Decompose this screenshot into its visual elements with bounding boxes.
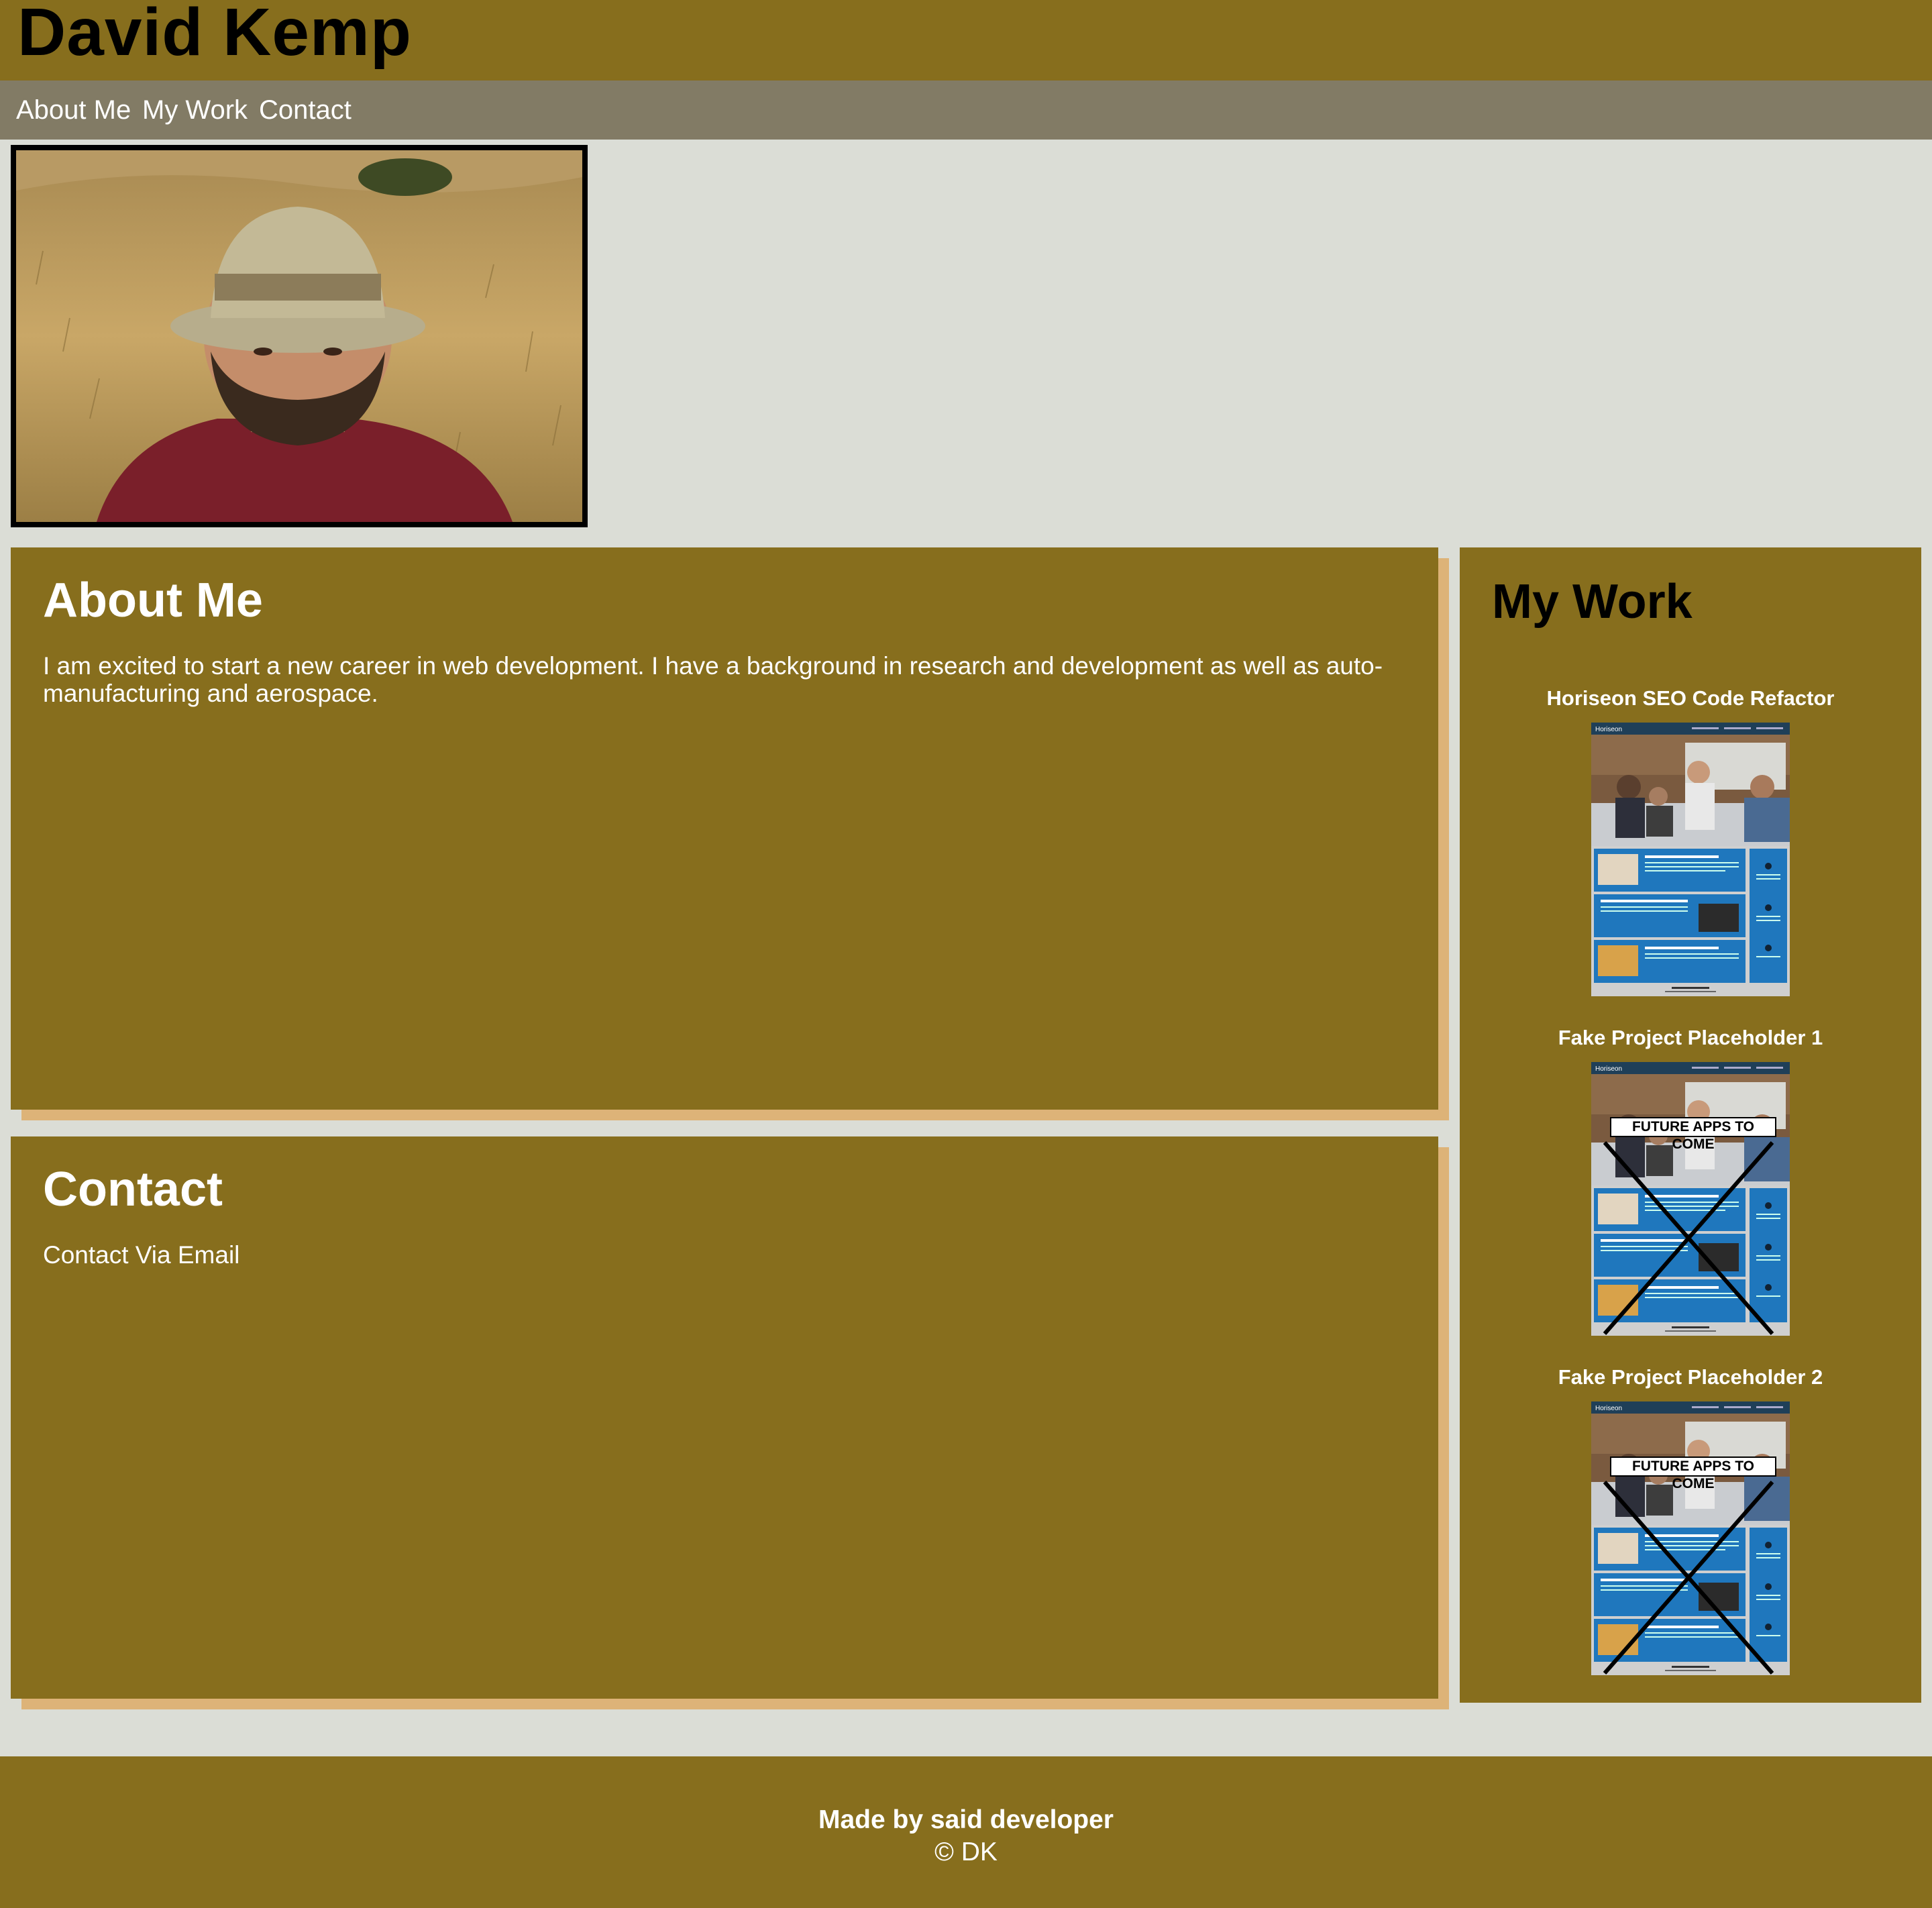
about-heading: About Me <box>43 574 263 627</box>
project-thumbnail-link[interactable]: FUTURE APPS TO COME <box>1591 1401 1790 1676</box>
contact-section: Contact Contact Via Email <box>11 1136 1438 1699</box>
my-work-section: My Work Horiseon SEO Code Refactor Fake … <box>1460 547 1921 1703</box>
profile-photo <box>11 145 588 527</box>
project-thumbnail-link[interactable]: FUTURE APPS TO COME <box>1591 1062 1790 1336</box>
main-nav: About Me My Work Contact <box>0 81 1932 140</box>
project-screenshot <box>1591 723 1790 996</box>
about-section: About Me I am excited to start a new car… <box>11 547 1438 1110</box>
cross-out-icon <box>1603 1141 1774 1336</box>
nav-link-work[interactable]: My Work <box>142 94 248 126</box>
project-title: Fake Project Placeholder 1 <box>1558 1026 1823 1049</box>
nav-link-about[interactable]: About Me <box>16 94 131 126</box>
project-card: Fake Project Placeholder 1 FUTURE APPS T… <box>1460 1025 1921 1336</box>
site-header: David Kemp <box>0 0 1932 81</box>
project-card: Fake Project Placeholder 2 FUTURE APPS T… <box>1460 1365 1921 1676</box>
future-apps-label: FUTURE APPS TO COME <box>1610 1117 1776 1152</box>
contact-email-link[interactable]: Contact Via Email <box>43 1241 239 1269</box>
footer-credit: Made by said developer <box>818 1805 1114 1834</box>
cross-out-icon <box>1603 1481 1774 1675</box>
contact-heading: Contact <box>43 1163 223 1216</box>
project-card: Horiseon SEO Code Refactor <box>1460 686 1921 997</box>
project-title: Fake Project Placeholder 2 <box>1558 1365 1823 1389</box>
about-text: I am excited to start a new career in we… <box>43 652 1383 707</box>
project-thumbnail-link[interactable] <box>1591 723 1790 997</box>
site-footer: Made by said developer © DK <box>0 1756 1932 1908</box>
contact-text: Contact Via Email <box>43 1241 1391 1269</box>
footer-copyright: © DK <box>934 1838 998 1866</box>
project-title: Horiseon SEO Code Refactor <box>1546 686 1835 710</box>
work-heading: My Work <box>1492 575 1693 629</box>
nav-link-contact[interactable]: Contact <box>259 94 352 126</box>
future-apps-label: FUTURE APPS TO COME <box>1610 1456 1776 1491</box>
site-title: David Kemp <box>17 0 412 70</box>
